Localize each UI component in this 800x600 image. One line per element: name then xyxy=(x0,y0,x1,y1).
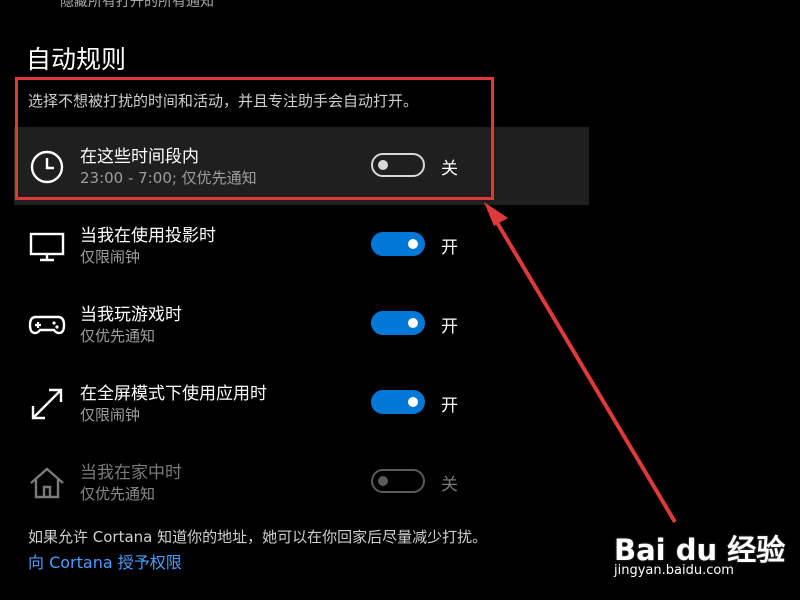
rule-subtitle: 仅优先通知 xyxy=(80,485,156,503)
section-description: 选择不想被打扰的时间和活动，并且专注助手会自动打开。 xyxy=(28,92,419,110)
toggle-state-label: 开 xyxy=(441,238,458,258)
rule-subtitle: 仅限闹钟 xyxy=(80,406,141,424)
toggle-state-label: 开 xyxy=(441,396,458,416)
cortana-note: 如果允许 Cortana 知道你的地址，她可以在你回家后尽量减少打扰。 xyxy=(28,528,488,546)
rule-title: 当我在家中时 xyxy=(80,463,182,483)
rule-title: 当我在使用投影时 xyxy=(80,226,216,246)
rule-toggle[interactable] xyxy=(371,153,425,177)
baidu-watermark: Bai du 经验 jingyan.baidu.com xyxy=(610,515,790,595)
rule-subtitle: 仅优先通知 xyxy=(80,327,156,345)
rule-toggle[interactable] xyxy=(371,390,425,414)
rule-subtitle: 23:00 - 7:00; 仅优先通知 xyxy=(80,169,257,187)
rule-toggle[interactable] xyxy=(371,232,425,256)
rule-toggle[interactable] xyxy=(371,311,425,335)
rule-row-home[interactable]: 当我在家中时 仅优先通知 关 xyxy=(14,443,589,521)
partial-top-text: 隐藏所有打开的所有通知 xyxy=(60,0,214,10)
rule-title: 当我玩游戏时 xyxy=(80,305,182,325)
clock-icon xyxy=(27,147,67,187)
toggle-state-label: 开 xyxy=(441,317,458,337)
rule-toggle[interactable] xyxy=(371,469,425,493)
rule-subtitle: 仅限闹钟 xyxy=(80,248,141,266)
rule-row-projecting[interactable]: 当我在使用投影时 仅限闹钟 开 xyxy=(14,206,589,284)
home-icon xyxy=(27,463,67,503)
cortana-permission-link[interactable]: 向 Cortana 授予权限 xyxy=(28,549,182,573)
rule-row-time[interactable]: 在这些时间段内 23:00 - 7:00; 仅优先通知 关 xyxy=(14,127,589,205)
watermark-url: jingyan.baidu.com xyxy=(614,563,734,578)
rule-row-fullscreen[interactable]: 在全屏模式下使用应用时 仅限闹钟 开 xyxy=(14,364,589,442)
monitor-icon xyxy=(27,226,67,266)
rule-row-gaming[interactable]: 当我玩游戏时 仅优先通知 开 xyxy=(14,285,589,363)
section-title: 自动规则 xyxy=(26,45,127,74)
rule-title: 在这些时间段内 xyxy=(80,147,199,167)
fullscreen-icon xyxy=(27,384,67,424)
rule-title: 在全屏模式下使用应用时 xyxy=(80,384,267,404)
toggle-state-label: 关 xyxy=(441,475,458,495)
toggle-state-label: 关 xyxy=(441,159,458,179)
gamepad-icon xyxy=(27,305,67,345)
